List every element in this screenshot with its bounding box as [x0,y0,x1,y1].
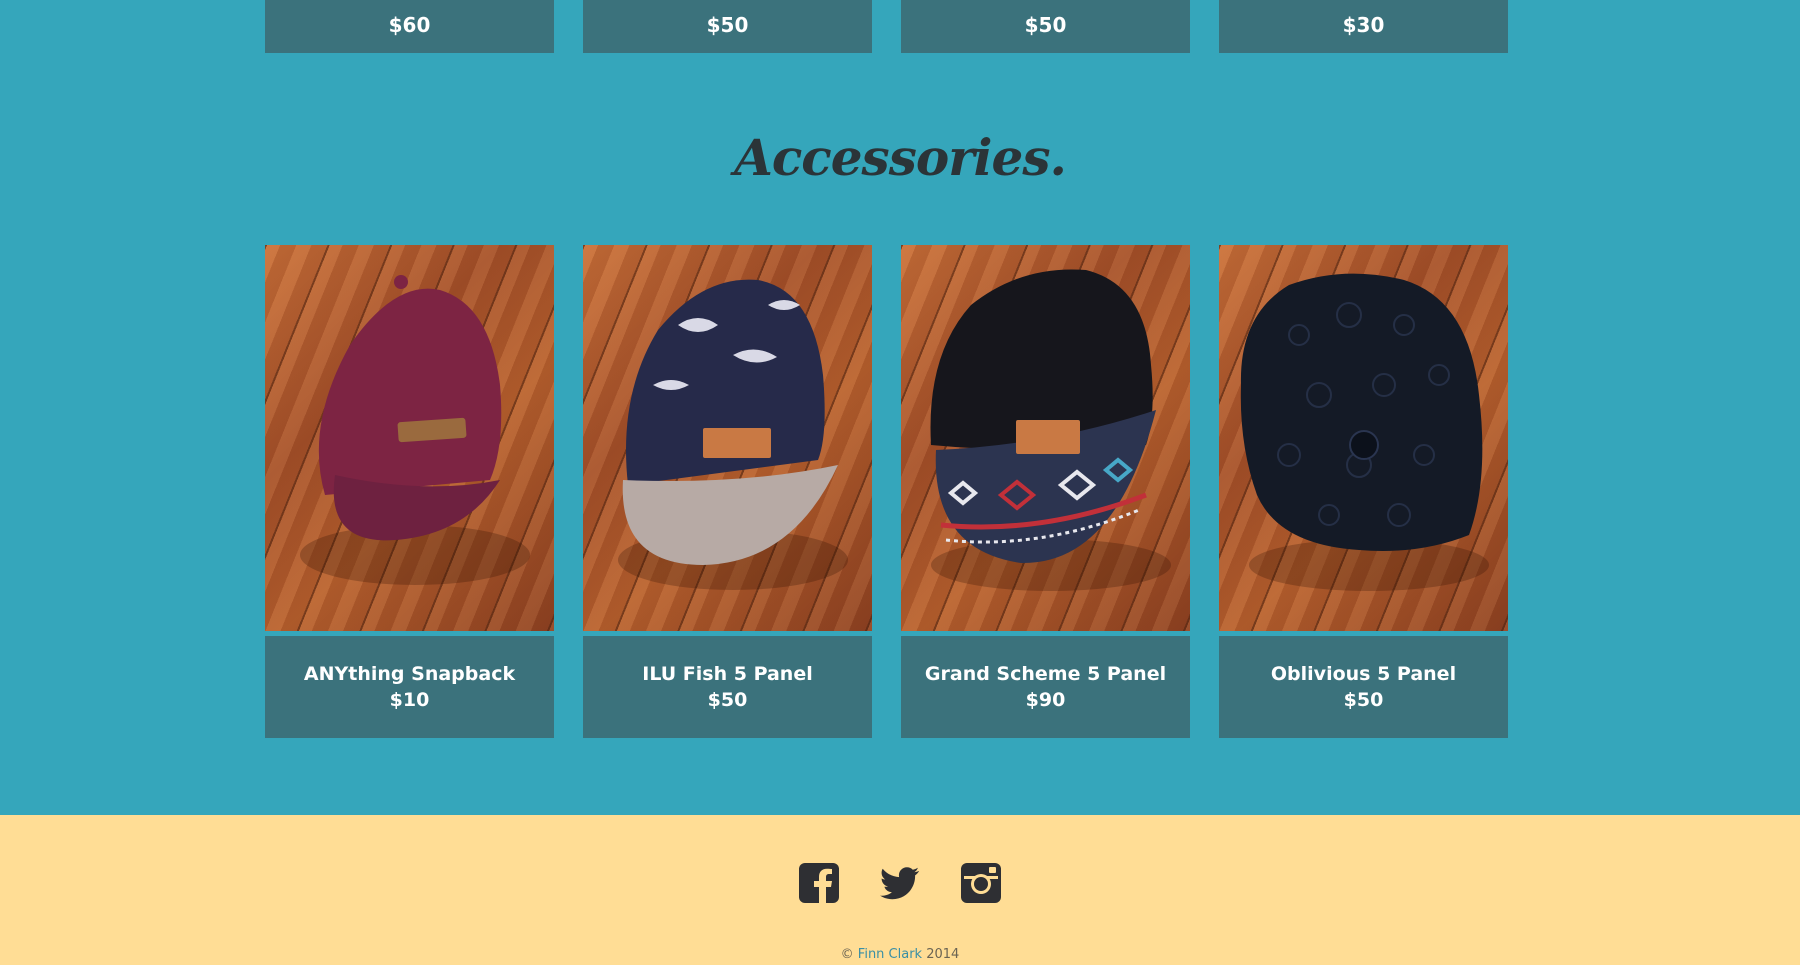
product-grid: ANYthing Snapback $10 ILU Fish 5 Panel $… [265,245,1508,738]
product-price: $50 [707,689,748,711]
product-image[interactable] [265,245,554,631]
product-image[interactable] [901,245,1190,631]
product-image[interactable] [583,245,872,631]
product-price: $50 [706,13,749,37]
product-card[interactable]: Grand Scheme 5 Panel $90 [901,245,1190,738]
copyright: © Finn Clark 2014 [0,947,1800,962]
product-name: ILU Fish 5 Panel [642,663,813,685]
product-info: Grand Scheme 5 Panel $90 [901,636,1190,738]
product-price: $60 [388,13,431,37]
product-price-card[interactable]: $30 [1219,0,1508,53]
product-image[interactable] [1219,245,1508,631]
product-name: ANYthing Snapback [303,663,516,685]
product-card[interactable]: ANYthing Snapback $10 [265,245,554,738]
copyright-symbol: © [840,947,854,962]
product-price-card[interactable]: $60 [265,0,554,53]
product-card[interactable]: ILU Fish 5 Panel $50 [583,245,872,738]
social-links [0,863,1800,903]
cap-crown [318,288,502,495]
product-price: $10 [389,689,430,711]
section-title: Accessories. [734,128,1067,187]
product-price-card[interactable]: $50 [901,0,1190,53]
author-link[interactable]: Finn Clark [858,947,922,962]
product-price-card[interactable]: $50 [583,0,872,53]
product-price: $50 [1024,13,1067,37]
product-price: $50 [1343,689,1384,711]
product-info: Oblivious 5 Panel $50 [1219,636,1508,738]
product-card[interactable]: Oblivious 5 Panel $50 [1219,245,1508,738]
product-name: Grand Scheme 5 Panel [924,663,1167,685]
facebook-icon[interactable] [799,863,839,903]
product-info: ANYthing Snapback $10 [265,636,554,738]
product-name: Oblivious 5 Panel [1270,663,1457,685]
product-price: $90 [1025,689,1066,711]
product-info: ILU Fish 5 Panel $50 [583,636,872,738]
product-price: $30 [1342,13,1385,37]
copyright-year: 2014 [926,947,960,962]
previous-section-prices: $60 $50 $50 $30 [265,0,1508,53]
twitter-icon[interactable] [880,863,920,903]
footer: © Finn Clark 2014 [0,815,1800,965]
instagram-icon[interactable] [961,863,1001,903]
